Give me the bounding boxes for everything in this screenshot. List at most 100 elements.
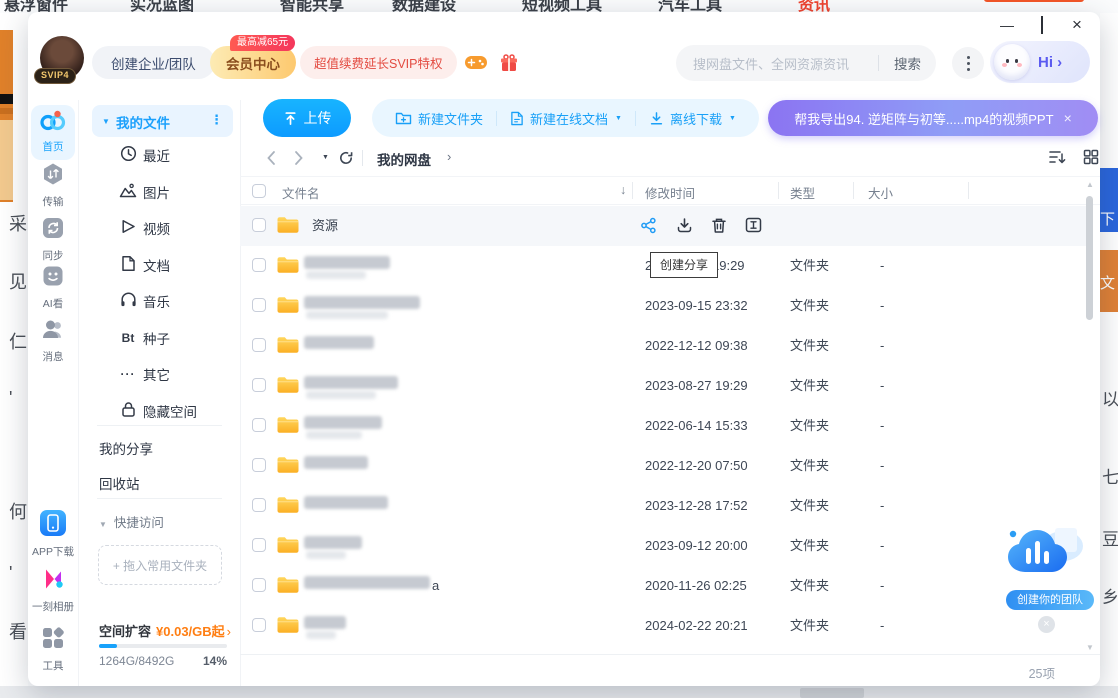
table-row[interactable]: 2022-12-20 07:50文件夹- bbox=[240, 446, 1088, 486]
row-checkbox[interactable] bbox=[252, 218, 266, 232]
search-bar[interactable]: 搜网盘文件、全网资源资讯 搜索 bbox=[676, 45, 936, 81]
column-type[interactable]: 类型 bbox=[790, 183, 815, 202]
sidebar-item-recent[interactable]: 最近 bbox=[79, 138, 240, 172]
offline-download-button[interactable]: 离线下载▼ bbox=[636, 109, 749, 128]
rail-item-home[interactable]: 首页 bbox=[31, 105, 75, 160]
rename-action-icon[interactable] bbox=[745, 217, 762, 238]
breadcrumb-arrow: › bbox=[447, 149, 451, 164]
table-row[interactable]: 2022-12-12 09:38文件夹- bbox=[240, 326, 1088, 366]
close-button[interactable]: × bbox=[1068, 16, 1086, 34]
column-filename[interactable]: 文件名 bbox=[282, 183, 320, 202]
grid-view-button[interactable] bbox=[1083, 149, 1099, 170]
sidebar-item-music[interactable]: 音乐 bbox=[79, 284, 240, 318]
file-size: - bbox=[880, 486, 884, 526]
table-row[interactable]: 2023-12-28 17:52文件夹- bbox=[240, 486, 1088, 526]
minimize-button[interactable]: — bbox=[998, 16, 1016, 34]
assistant-button[interactable]: Hi › bbox=[990, 41, 1090, 83]
sidebar-item-my-shares[interactable]: 我的分享 bbox=[99, 438, 153, 458]
background-bottom-strip bbox=[0, 686, 1118, 698]
row-checkbox[interactable] bbox=[252, 338, 266, 352]
rail-item-messages[interactable]: 消息 bbox=[28, 317, 78, 364]
table-row[interactable]: 2023-08-27 19:29文件夹- bbox=[240, 366, 1088, 406]
rail-item-app-download[interactable]: APP下载 bbox=[28, 510, 78, 559]
drop-favorite-folder-zone[interactable]: + 拖入常用文件夹 bbox=[98, 545, 222, 585]
scroll-up-icon[interactable]: ▲ bbox=[1086, 180, 1094, 189]
sidebar-item-quick-access[interactable]: ▼快捷访问 bbox=[99, 512, 164, 531]
new-folder-button[interactable]: 新建文件夹 bbox=[382, 109, 496, 128]
create-team-label[interactable]: 创建你的团队 bbox=[1006, 590, 1094, 610]
share-action-icon[interactable] bbox=[640, 217, 657, 239]
table-row[interactable]: a2020-11-26 02:25文件夹- bbox=[240, 566, 1088, 606]
cloud-chart-icon bbox=[1003, 520, 1087, 582]
maximize-button[interactable] bbox=[1033, 16, 1051, 34]
scrollbar-thumb[interactable] bbox=[1086, 196, 1093, 320]
delete-action-icon[interactable] bbox=[711, 217, 727, 239]
my-files-more-icon[interactable]: ⋮ bbox=[210, 112, 223, 128]
sidebar-item-my-files[interactable]: ▼ 我的文件 ⋮ bbox=[92, 105, 233, 137]
folder-icon bbox=[276, 335, 300, 360]
icon-rail: 首页传输同步AI看消息 APP下载一刻相册工具 bbox=[28, 100, 79, 686]
sidebar-item-torrents[interactable]: Bt种子 bbox=[79, 321, 240, 355]
download-action-icon[interactable] bbox=[676, 217, 693, 239]
rail-item-moment-album[interactable]: 一刻相册 bbox=[28, 567, 78, 614]
rail-item-ai-view[interactable]: AI看 bbox=[28, 264, 78, 311]
sidebar-item-videos[interactable]: 视频 bbox=[79, 211, 240, 245]
column-size[interactable]: 大小 bbox=[868, 183, 893, 202]
row-checkbox[interactable] bbox=[252, 618, 266, 632]
new-online-doc-button[interactable]: 新建在线文档▼ bbox=[497, 109, 635, 128]
select-all-checkbox[interactable] bbox=[252, 184, 266, 198]
search-button[interactable]: 搜索 bbox=[879, 53, 936, 73]
refresh-button[interactable] bbox=[338, 150, 354, 171]
doc-icon bbox=[119, 255, 137, 275]
table-row[interactable]: 2022-06-14 15:33文件夹- bbox=[240, 406, 1088, 446]
file-name[interactable]: 资源 bbox=[312, 206, 338, 246]
sidebar-item-documents[interactable]: 文档 bbox=[79, 248, 240, 282]
breadcrumb[interactable]: 我的网盘 bbox=[377, 149, 431, 169]
table-row[interactable]: 2023-09-15 23:32文件夹- bbox=[240, 286, 1088, 326]
table-row[interactable]: 2024-02-22 20:21文件夹- bbox=[240, 606, 1088, 646]
row-checkbox[interactable] bbox=[252, 538, 266, 552]
sidebar: ▼ 我的文件 ⋮ ▼快捷访问 + 拖入常用文件夹 空间扩容¥0.03/GB起› … bbox=[79, 100, 240, 686]
modified-date: 2023-09-12 20:00 bbox=[645, 526, 748, 566]
collapse-triangle-icon[interactable]: ▼ bbox=[102, 117, 110, 126]
background-text-fragment: 见, bbox=[9, 268, 28, 294]
sidebar-item-hidden-space[interactable]: 隐藏空间 bbox=[79, 394, 240, 428]
folder-icon bbox=[276, 575, 300, 600]
forward-button[interactable] bbox=[294, 150, 304, 171]
rail-item-tools[interactable]: 工具 bbox=[28, 626, 78, 673]
row-checkbox[interactable] bbox=[252, 418, 266, 432]
sort-desc-icon[interactable]: ↓ bbox=[620, 183, 626, 197]
rail-item-sync[interactable]: 同步 bbox=[28, 216, 78, 263]
close-promo-button[interactable]: × bbox=[1038, 616, 1055, 633]
row-checkbox[interactable] bbox=[252, 298, 266, 312]
back-button[interactable] bbox=[266, 150, 276, 171]
row-checkbox[interactable] bbox=[252, 498, 266, 512]
create-team-button[interactable]: 创建企业/团队 bbox=[92, 46, 215, 79]
column-modified[interactable]: 修改时间 bbox=[645, 183, 695, 202]
close-icon[interactable]: × bbox=[1064, 110, 1072, 126]
row-checkbox[interactable] bbox=[252, 578, 266, 592]
file-type: 文件夹 bbox=[790, 246, 829, 286]
storage-expand-link[interactable]: 空间扩容¥0.03/GB起› bbox=[99, 621, 231, 640]
svip-renew-button[interactable]: 超值续费延长SVIP特权 bbox=[300, 46, 457, 79]
gift-icon[interactable] bbox=[500, 53, 518, 77]
table-row[interactable]: 2023-09-12 20:00文件夹- bbox=[240, 526, 1088, 566]
table-row[interactable]: 资源 bbox=[240, 206, 1088, 246]
sort-view-button[interactable] bbox=[1048, 149, 1066, 170]
sidebar-item-others[interactable]: ···其它 bbox=[79, 357, 240, 391]
folder-icon bbox=[276, 615, 300, 640]
row-checkbox[interactable] bbox=[252, 458, 266, 472]
create-team-promo[interactable]: 创建你的团队 × bbox=[1003, 520, 1099, 650]
upload-button[interactable]: 上传 bbox=[263, 99, 351, 137]
sidebar-item-pictures[interactable]: 图片 bbox=[79, 175, 240, 209]
history-dropdown-icon[interactable]: ▼ bbox=[322, 154, 329, 161]
rail-item-transfer[interactable]: 传输 bbox=[28, 162, 78, 209]
more-menu-button[interactable] bbox=[952, 47, 984, 79]
row-checkbox[interactable] bbox=[252, 378, 266, 392]
row-checkbox[interactable] bbox=[252, 258, 266, 272]
file-type: 文件夹 bbox=[790, 446, 829, 486]
game-icon[interactable] bbox=[465, 55, 487, 75]
background-chip bbox=[800, 688, 864, 698]
sidebar-item-recycle-bin[interactable]: 回收站 bbox=[99, 473, 140, 493]
ai-task-pill[interactable]: 帮我导出94. 逆矩阵与初等.....mp4的视频PPT × bbox=[768, 100, 1098, 136]
